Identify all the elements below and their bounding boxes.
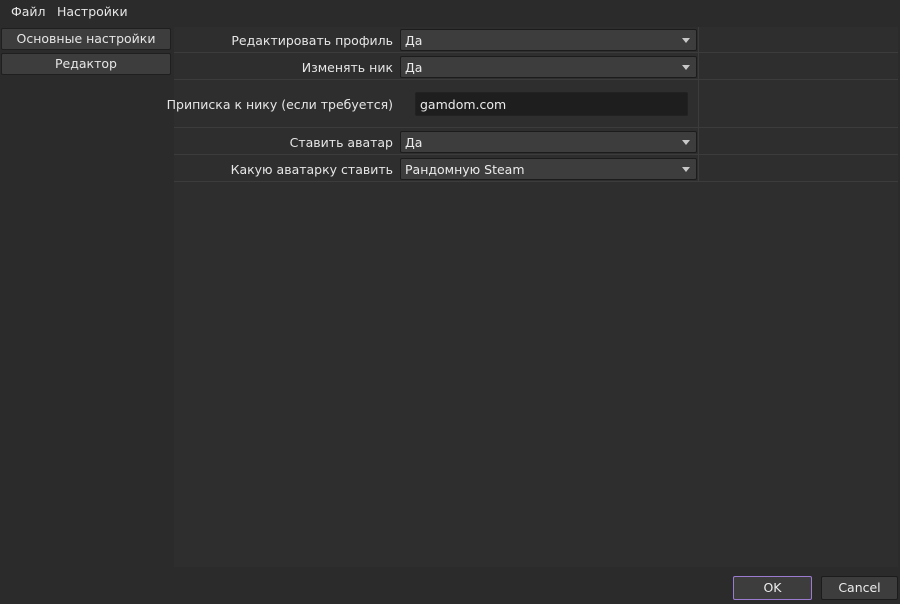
- avatar-type-value: Рандомную Steam: [405, 162, 525, 177]
- setting-row-nick-suffix: Приписка к нику (если требуется): [167, 80, 898, 128]
- chevron-down-icon: [682, 65, 690, 70]
- ok-button[interactable]: OK: [733, 576, 812, 600]
- avatar-type-select[interactable]: Рандомную Steam: [400, 158, 697, 180]
- setting-row-edit-profile: Редактировать профиль Да: [174, 27, 898, 53]
- setting-row-change-nick: Изменять ник Да: [174, 53, 898, 80]
- menu-bar: Файл Настройки: [0, 0, 900, 24]
- column-divider: [698, 155, 699, 181]
- chevron-down-icon: [682, 167, 690, 172]
- nick-suffix-label: Приписка к нику (если требуется): [166, 97, 393, 112]
- change-nick-select[interactable]: Да: [400, 56, 697, 78]
- cancel-button[interactable]: Cancel: [821, 576, 898, 600]
- sidebar-item-general-settings[interactable]: Основные настройки: [1, 28, 171, 50]
- chevron-down-icon: [682, 38, 690, 43]
- edit-profile-value: Да: [405, 33, 423, 48]
- change-nick-value: Да: [405, 60, 423, 75]
- set-avatar-value: Да: [405, 135, 423, 150]
- menu-settings[interactable]: Настройки: [57, 4, 128, 19]
- change-nick-label: Изменять ник: [301, 60, 393, 75]
- setting-row-avatar-type: Какую аватарку ставить Рандомную Steam: [174, 155, 898, 182]
- menu-file[interactable]: Файл: [11, 4, 46, 19]
- avatar-type-label: Какую аватарку ставить: [230, 162, 393, 177]
- set-avatar-label: Ставить аватар: [289, 135, 393, 150]
- edit-profile-select[interactable]: Да: [400, 29, 697, 51]
- nick-suffix-input[interactable]: [415, 92, 688, 116]
- settings-panel: Редактировать профиль Да Изменять ник Да…: [167, 27, 898, 567]
- column-divider: [698, 80, 699, 127]
- column-divider: [698, 53, 699, 79]
- column-divider: [698, 128, 699, 154]
- edit-profile-label: Редактировать профиль: [231, 33, 393, 48]
- chevron-down-icon: [682, 140, 690, 145]
- setting-row-set-avatar: Ставить аватар Да: [174, 128, 898, 155]
- sidebar-item-editor[interactable]: Редактор: [1, 53, 171, 75]
- set-avatar-select[interactable]: Да: [400, 131, 697, 153]
- column-divider: [698, 27, 699, 52]
